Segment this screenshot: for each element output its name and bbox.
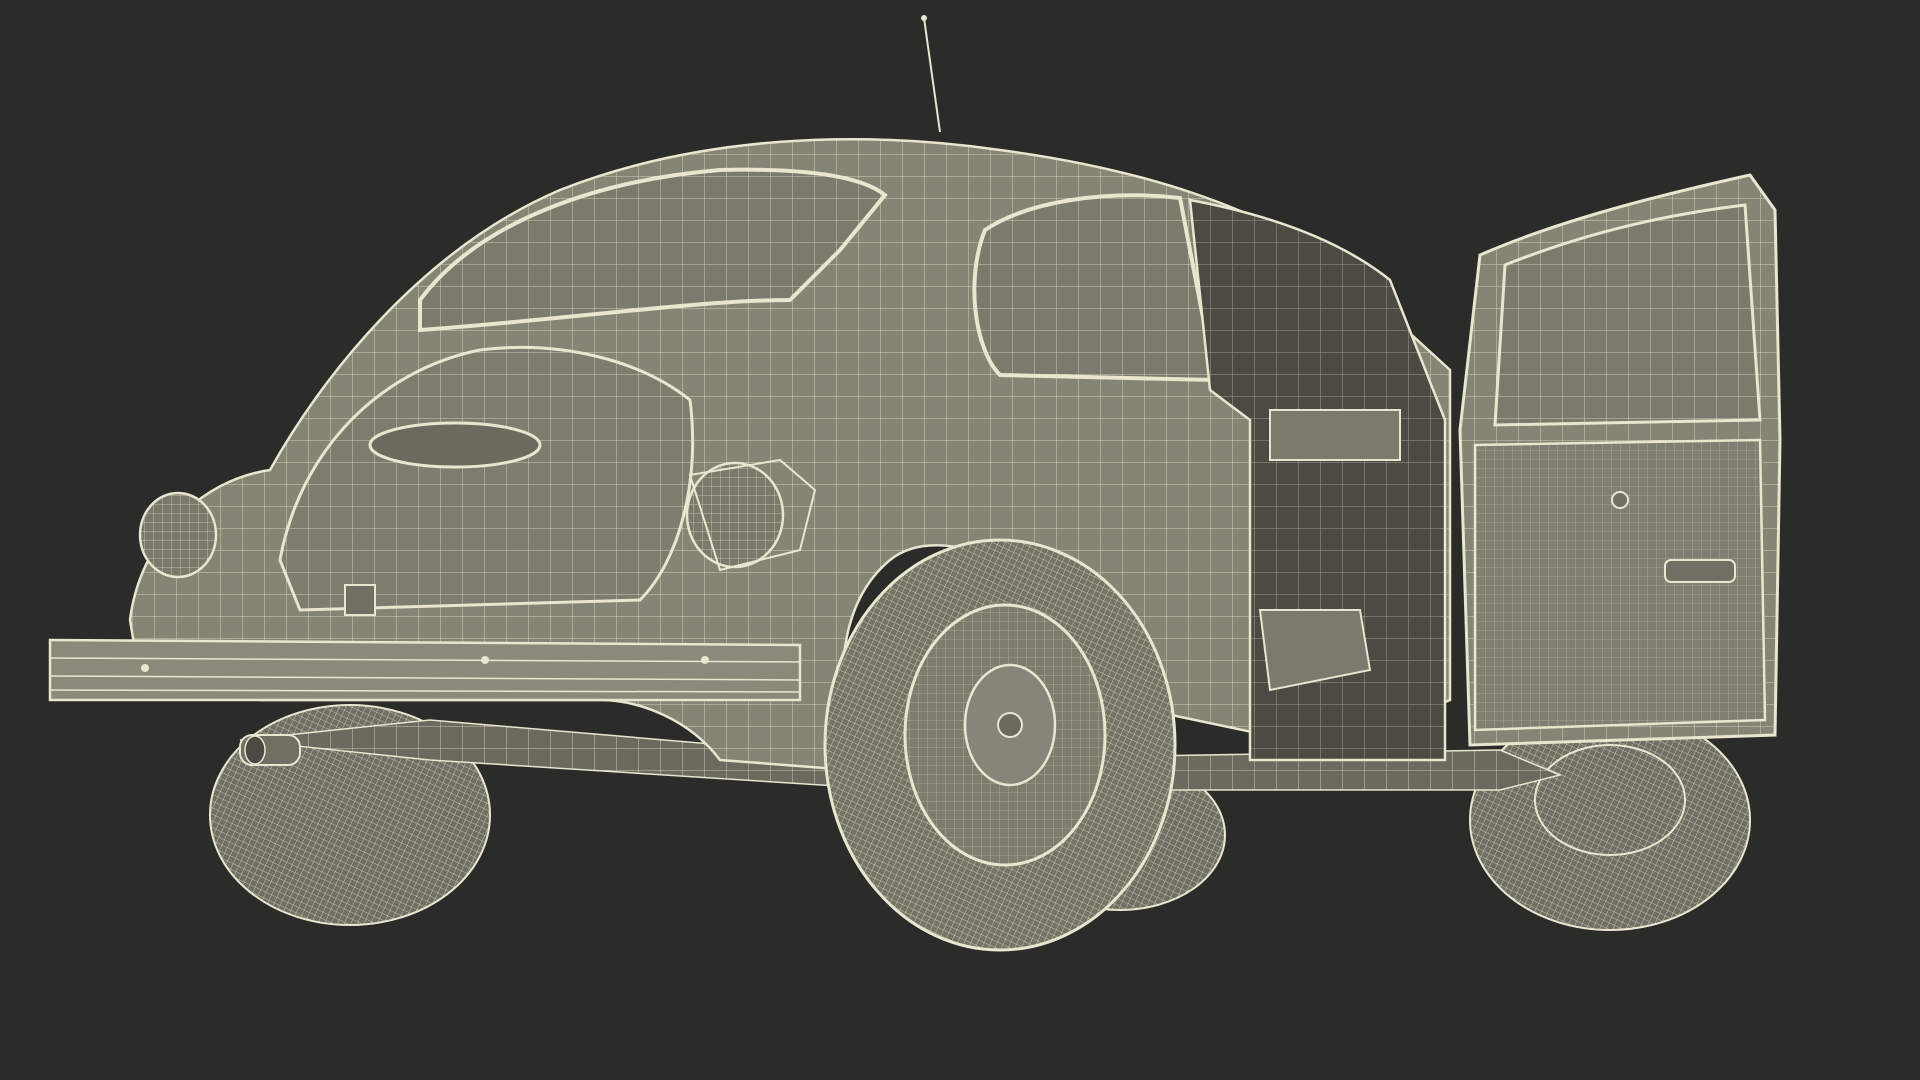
exhaust-pipe bbox=[239, 734, 301, 766]
car-wireframe-scene bbox=[48, 15, 1782, 952]
antenna bbox=[923, 17, 941, 133]
left-taillight bbox=[138, 491, 218, 579]
antenna-tip bbox=[921, 15, 927, 21]
render-viewport bbox=[0, 0, 1920, 1080]
open-door bbox=[1458, 173, 1782, 747]
rear-bumper bbox=[48, 638, 802, 702]
engine-vent bbox=[368, 421, 542, 469]
front-left-wheel bbox=[823, 538, 1177, 952]
license-plate-light bbox=[344, 584, 376, 616]
door-pocket bbox=[1664, 559, 1736, 583]
door-handle bbox=[1611, 491, 1629, 509]
